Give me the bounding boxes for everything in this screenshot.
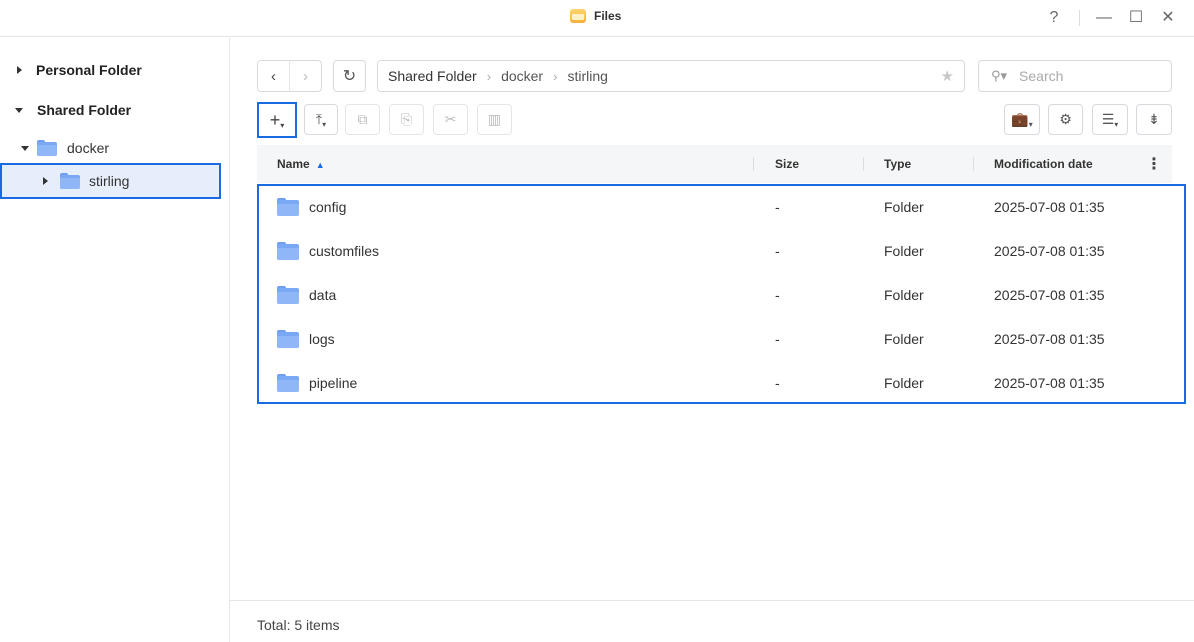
sidebar-item-stirling-row: stirling <box>43 173 129 189</box>
create-button-highlight <box>257 102 297 138</box>
settings-gear-icon[interactable]: ⚙ <box>1048 104 1083 135</box>
move-to-icon[interactable]: ⎘ <box>389 104 424 135</box>
shared-folder-icon <box>37 140 57 156</box>
close-icon[interactable]: ✕ <box>1158 8 1178 28</box>
breadcrumb: Shared Folder › docker › stirling ★ <box>377 60 965 92</box>
copy-icon[interactable]: ⧉ <box>345 104 380 135</box>
upload-button[interactable]: ⤒ ▾ <box>304 104 338 135</box>
column-header-name[interactable]: Name ▲ <box>277 157 325 171</box>
column-divider[interactable] <box>863 157 864 171</box>
search-input[interactable] <box>1019 68 1150 84</box>
tools-icon[interactable]: 💼 ▾ <box>1004 104 1040 135</box>
item-count: Total: 5 items <box>257 617 340 633</box>
breadcrumb-separator-icon: › <box>553 68 558 84</box>
column-divider[interactable] <box>973 157 974 171</box>
sidebar-item-label: docker <box>67 140 110 156</box>
column-options-icon[interactable]: ⋮ <box>1146 154 1162 174</box>
status-bar: Total: 5 items <box>230 600 1194 642</box>
expand-arrow-icon[interactable] <box>43 177 48 185</box>
forward-button[interactable]: › <box>289 61 321 91</box>
sidebar: Personal Folder Shared Folder docker sti… <box>0 38 230 642</box>
refresh-button[interactable]: ↻ <box>333 60 366 92</box>
sort-ascending-icon: ▲ <box>315 159 325 170</box>
breadcrumb-item[interactable]: stirling <box>567 68 607 84</box>
favorite-star-icon[interactable]: ★ <box>941 67 954 85</box>
back-button[interactable]: ‹ <box>258 61 289 91</box>
sidebar-item-stirling[interactable]: stirling <box>0 163 221 199</box>
cut-icon[interactable]: ✂ <box>433 104 468 135</box>
files-app-icon <box>570 9 586 23</box>
search-box: ⚲▾ <box>978 60 1172 92</box>
column-divider[interactable] <box>753 157 754 171</box>
collapse-arrow-icon[interactable] <box>15 107 23 113</box>
breadcrumb-separator-icon: › <box>486 68 492 84</box>
breadcrumb-item[interactable]: docker <box>501 68 543 84</box>
sidebar-item-label: Shared Folder <box>37 102 132 118</box>
help-icon[interactable]: ? <box>1044 8 1064 28</box>
breadcrumb-item[interactable]: Shared Folder <box>388 68 477 84</box>
search-icon[interactable]: ⚲▾ <box>991 68 1007 84</box>
sidebar-item-shared-folder[interactable]: Shared Folder <box>15 102 131 118</box>
column-header-type[interactable]: Type <box>884 157 911 171</box>
expand-arrow-icon[interactable] <box>17 66 22 74</box>
maximize-icon[interactable]: ☐ <box>1126 8 1146 28</box>
title-divider <box>1079 10 1080 26</box>
sidebar-item-label: stirling <box>89 173 130 189</box>
column-header-modified[interactable]: Modification date <box>994 157 1093 171</box>
view-mode-icon[interactable]: ☰ ▾ <box>1092 104 1128 135</box>
sidebar-item-personal-folder[interactable]: Personal Folder <box>17 62 142 78</box>
table-header: Name ▲ Size Type Modification date ⋮ <box>257 145 1172 183</box>
column-header-size[interactable]: Size <box>775 157 799 171</box>
nav-button-group: ‹ › <box>257 60 322 92</box>
folder-icon <box>60 173 80 189</box>
title-bar: Files ? — ☐ ✕ <box>0 0 1194 37</box>
sort-icon[interactable]: ⇟ <box>1136 104 1172 135</box>
sidebar-item-docker[interactable]: docker <box>21 140 109 156</box>
window-title-group: Files <box>570 9 621 23</box>
sidebar-item-label: Personal Folder <box>36 62 142 78</box>
rows-highlight <box>257 184 1186 404</box>
minimize-icon[interactable]: — <box>1094 8 1114 28</box>
window-title: Files <box>594 9 622 23</box>
paste-icon[interactable]: ▥ <box>477 104 512 135</box>
collapse-arrow-icon[interactable] <box>21 145 29 151</box>
